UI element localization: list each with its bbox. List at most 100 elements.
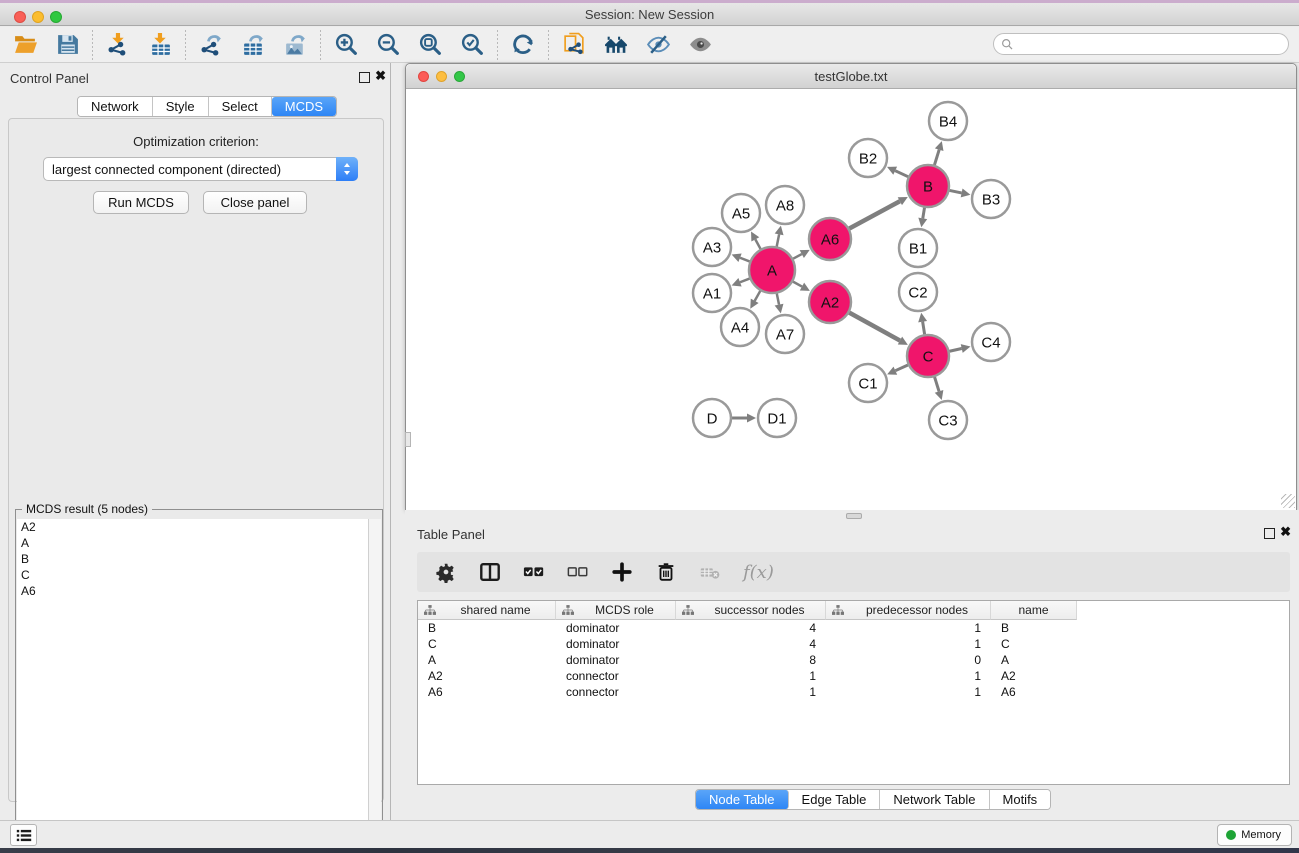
table-row[interactable]: Cdominator41C xyxy=(418,637,1289,653)
graph-edge-B-B2[interactable] xyxy=(887,167,908,177)
graph-edge-C-C2[interactable] xyxy=(918,313,927,335)
graph-node-A2[interactable]: A2 xyxy=(809,281,851,323)
table-row[interactable]: Bdominator41B xyxy=(418,621,1289,637)
graph-node-C1[interactable]: C1 xyxy=(849,364,887,402)
search-field[interactable] xyxy=(993,33,1289,55)
table-tab-network-table[interactable]: Network Table xyxy=(880,790,989,809)
mcds-result-item[interactable]: A xyxy=(17,535,369,551)
table-close-panel-icon[interactable]: ✖ xyxy=(1280,525,1291,539)
tab-style[interactable]: Style xyxy=(153,97,209,116)
import-network-icon[interactable] xyxy=(105,32,131,58)
graph-edge-C-C4[interactable] xyxy=(949,344,970,353)
graph-node-C2[interactable]: C2 xyxy=(899,273,937,311)
graph-node-A4[interactable]: A4 xyxy=(721,308,759,346)
window-resize-grip-icon[interactable] xyxy=(1281,494,1295,508)
graph-edge-A-A3[interactable] xyxy=(732,254,750,262)
graph-node-C4[interactable]: C4 xyxy=(972,323,1010,361)
column-header-name[interactable]: name xyxy=(991,601,1077,620)
graph-edge-C-C1[interactable] xyxy=(887,365,908,375)
graph-node-B3[interactable]: B3 xyxy=(972,180,1010,218)
network-window-titlebar[interactable]: testGlobe.txt xyxy=(406,64,1296,89)
import-table-icon[interactable] xyxy=(147,32,173,58)
table-tab-node-table[interactable]: Node Table xyxy=(696,790,789,809)
graph-node-A5[interactable]: A5 xyxy=(722,194,760,232)
table-tab-edge-table[interactable]: Edge Table xyxy=(789,790,881,809)
graph-node-B1[interactable]: B1 xyxy=(899,229,937,267)
graph-edge-D-D1[interactable] xyxy=(732,414,756,423)
export-table-icon[interactable] xyxy=(240,32,266,58)
graph-node-A1[interactable]: A1 xyxy=(693,274,731,312)
column-header-predecessor-nodes[interactable]: predecessor nodes xyxy=(826,601,991,620)
mcds-result-scrollbar[interactable] xyxy=(368,519,381,852)
graph-node-D1[interactable]: D1 xyxy=(758,399,796,437)
refresh-icon[interactable] xyxy=(510,32,536,58)
mcds-result-item[interactable]: C xyxy=(17,567,369,583)
graph-edge-B-B4[interactable] xyxy=(934,141,943,165)
graph-edge-A-A2[interactable] xyxy=(793,282,810,291)
save-session-icon[interactable] xyxy=(54,32,80,58)
graph-edge-A-A8[interactable] xyxy=(775,226,784,247)
memory-button[interactable]: Memory xyxy=(1217,824,1292,846)
network-canvas[interactable]: B4 B2 B B3 A8A5 A6 A3 B1 A A1 C2 A2 A4A7 C4 C C1 C3 D D1 xyxy=(406,89,1296,510)
graph-node-A7[interactable]: A7 xyxy=(766,315,804,353)
criterion-dropdown[interactable]: largest connected component (directed) xyxy=(43,157,358,181)
show-columns-icon[interactable] xyxy=(479,559,501,585)
graph-edge-A6-B[interactable] xyxy=(849,197,907,229)
mcds-result-item[interactable]: A6 xyxy=(17,583,369,599)
graph-node-C3[interactable]: C3 xyxy=(929,401,967,439)
task-history-button[interactable] xyxy=(10,824,37,846)
splitter-handle-icon[interactable] xyxy=(846,513,862,519)
mcds-result-item[interactable]: B xyxy=(17,551,369,567)
graph-node-A6[interactable]: A6 xyxy=(809,218,851,260)
zoom-selected-icon[interactable] xyxy=(459,32,485,58)
table-tab-motifs[interactable]: Motifs xyxy=(990,790,1051,809)
export-network-icon[interactable] xyxy=(198,32,224,58)
table-row[interactable]: A6connector11A6 xyxy=(418,685,1289,701)
column-header-shared-name[interactable]: shared name xyxy=(418,601,556,620)
graph-node-B2[interactable]: B2 xyxy=(849,139,887,177)
graph-edge-A2-C[interactable] xyxy=(849,313,908,345)
graph-edge-B-B1[interactable] xyxy=(918,208,927,228)
graph-node-A8[interactable]: A8 xyxy=(766,186,804,224)
zoom-fit-icon[interactable] xyxy=(417,32,443,58)
graph-node-B[interactable]: B xyxy=(907,165,949,207)
graph-node-D[interactable]: D xyxy=(693,399,731,437)
hide-unselected-icon[interactable] xyxy=(645,32,671,58)
graph-edge-A-A6[interactable] xyxy=(793,250,810,259)
graph-edge-C-C3[interactable] xyxy=(935,377,944,400)
close-panel-icon[interactable]: ✖ xyxy=(375,69,386,83)
table-float-panel-icon[interactable] xyxy=(1264,528,1275,539)
mcds-result-list[interactable]: A2ABCA6 xyxy=(17,519,369,852)
zoom-in-icon[interactable] xyxy=(333,32,359,58)
table-settings-icon[interactable] xyxy=(435,559,457,585)
column-header-MCDS-role[interactable]: MCDS role xyxy=(556,601,676,620)
show-all-icon[interactable] xyxy=(687,32,713,58)
graph-node-A[interactable]: A xyxy=(749,247,795,293)
add-entry-icon[interactable] xyxy=(611,559,633,585)
clone-network-icon[interactable] xyxy=(561,32,587,58)
export-image-icon[interactable] xyxy=(282,32,308,58)
delete-entry-icon[interactable] xyxy=(655,559,677,585)
run-mcds-button[interactable]: Run MCDS xyxy=(93,191,189,214)
search-input[interactable] xyxy=(1014,35,1288,53)
graph-edge-A-A5[interactable] xyxy=(751,231,761,248)
open-session-icon[interactable] xyxy=(12,32,38,58)
table-row[interactable]: Adominator80A xyxy=(418,653,1289,669)
select-all-icon[interactable] xyxy=(523,559,545,585)
tab-network[interactable]: Network xyxy=(78,97,153,116)
table-row[interactable]: A2connector11A2 xyxy=(418,669,1289,685)
graph-node-C[interactable]: C xyxy=(907,335,949,377)
deselect-all-icon[interactable] xyxy=(567,559,589,585)
zoom-out-icon[interactable] xyxy=(375,32,401,58)
graph-edge-A-A4[interactable] xyxy=(750,291,760,309)
mcds-result-item[interactable]: A2 xyxy=(17,519,369,535)
graph-edge-A-A1[interactable] xyxy=(732,278,750,286)
graph-edge-A-A7[interactable] xyxy=(775,294,784,314)
graph-node-A3[interactable]: A3 xyxy=(693,228,731,266)
float-panel-icon[interactable] xyxy=(359,72,370,83)
graph-edge-B-B3[interactable] xyxy=(950,189,971,198)
graph-node-B4[interactable]: B4 xyxy=(929,102,967,140)
splitter-grip-icon[interactable] xyxy=(405,432,411,447)
tab-mcds[interactable]: MCDS xyxy=(272,97,336,116)
column-header-successor-nodes[interactable]: successor nodes xyxy=(676,601,826,620)
